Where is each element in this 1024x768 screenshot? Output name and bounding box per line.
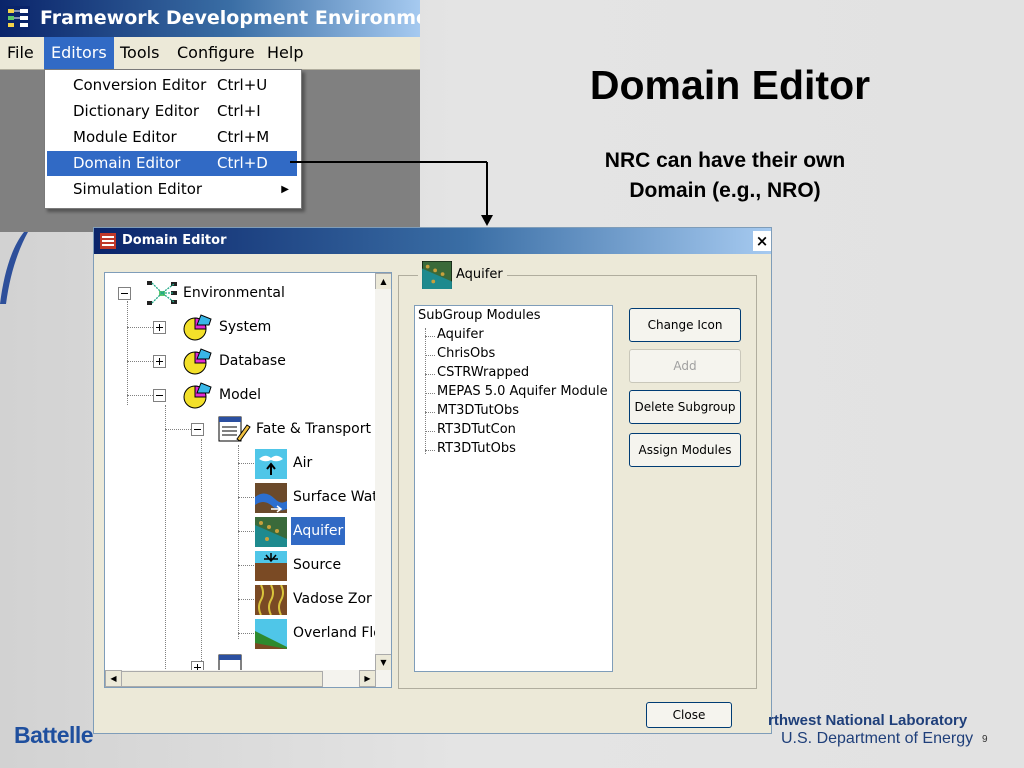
menu-item-simulation-editor[interactable]: Simulation Editor ▶	[47, 177, 297, 202]
tree-node-partial[interactable]	[105, 653, 375, 670]
tree-node-database[interactable]: Database	[105, 347, 375, 375]
menu-tools[interactable]: Tools	[113, 37, 166, 69]
tree-node-source[interactable]: Source	[105, 551, 375, 581]
expand-icon[interactable]	[153, 321, 166, 334]
horizontal-scroll-thumb[interactable]	[121, 671, 323, 687]
tree-node-surface-water[interactable]: Surface Wat	[105, 483, 378, 513]
scroll-left-icon[interactable]: ◀	[105, 670, 122, 687]
tree-horizontal-scrollbar[interactable]: ◀ ▶	[105, 670, 391, 687]
footer-lab-name: rthwest National Laboratory	[768, 712, 968, 729]
scroll-track	[375, 289, 391, 521]
menu-item-dictionary-editor[interactable]: Dictionary Editor Ctrl+I	[47, 99, 297, 124]
tree-node-system[interactable]: System	[105, 313, 375, 341]
close-button[interactable]: Close	[646, 702, 732, 728]
list-item[interactable]: RT3DTutObs	[437, 441, 516, 456]
source-icon	[255, 551, 287, 581]
tree-vertical-scrollbar[interactable]: ▲ ▼	[375, 273, 391, 671]
model-pie-icon	[183, 382, 212, 409]
menu-item-domain-editor[interactable]: Domain Editor Ctrl+D	[47, 151, 297, 176]
slide-title: Domain Editor	[589, 62, 871, 108]
menu-help[interactable]: Help	[260, 37, 310, 69]
slide-subtitle: NRC can have their own Domain (e.g., NRO…	[560, 146, 890, 206]
slide-swoosh-decoration	[0, 232, 28, 304]
expand-icon[interactable]	[153, 355, 166, 368]
framework-menu-bar: File Editors Tools Configure Help	[0, 37, 420, 70]
environmental-network-icon	[147, 281, 177, 305]
tree-node-model[interactable]: Model	[105, 381, 375, 409]
domain-tree-view[interactable]: Environmental System Database Model Fate…	[104, 272, 392, 688]
database-pie-icon	[183, 348, 212, 375]
air-icon	[255, 449, 287, 479]
tree-node-vadose-zone[interactable]: Vadose Zor	[105, 585, 375, 615]
battelle-logo: Battelle	[14, 722, 94, 748]
aquifer-icon	[255, 517, 287, 547]
scroll-right-icon[interactable]: ▶	[359, 670, 376, 687]
domain-editor-window: Domain Editor × Environmental System Dat…	[93, 227, 772, 734]
framework-title-bar: Framework Development Environment	[0, 0, 420, 37]
list-item[interactable]: ChrisObs	[437, 346, 495, 361]
change-icon-button[interactable]: Change Icon	[629, 308, 741, 342]
aquifer-group-icon	[422, 261, 452, 289]
tree-node-overland-flow[interactable]: Overland Flo	[105, 619, 382, 649]
vadose-zone-icon	[255, 585, 287, 615]
submenu-arrow-icon: ▶	[281, 184, 289, 195]
page-number: 9	[982, 734, 988, 745]
framework-title: Framework Development Environment	[40, 7, 420, 29]
connector-arrow	[290, 161, 493, 226]
list-item[interactable]: MT3DTutObs	[437, 403, 519, 418]
list-item[interactable]: MEPAS 5.0 Aquifer Module	[437, 384, 608, 399]
scroll-down-icon[interactable]: ▼	[375, 654, 391, 671]
domain-editor-title: Domain Editor	[122, 233, 227, 248]
assign-modules-button[interactable]: Assign Modules	[629, 433, 741, 467]
system-pie-icon	[183, 314, 212, 341]
tree-node-air[interactable]: Air	[105, 449, 375, 479]
list-item[interactable]: CSTRWrapped	[437, 365, 529, 380]
tree-node-fate-transport[interactable]: Fate & Transport	[105, 415, 375, 443]
surface-water-icon	[255, 483, 287, 513]
document-icon	[218, 654, 242, 670]
collapse-icon[interactable]	[118, 287, 131, 300]
add-button[interactable]: Add	[629, 349, 741, 383]
overland-flow-icon	[255, 619, 287, 649]
list-item[interactable]: Aquifer	[437, 327, 484, 342]
group-label: Aquifer	[418, 260, 507, 290]
close-icon[interactable]: ×	[753, 231, 771, 251]
collapse-icon[interactable]	[191, 423, 204, 436]
slide-subtitle-line-1: NRC can have their own	[604, 149, 846, 172]
scroll-up-icon[interactable]: ▲	[375, 273, 391, 290]
footer-doe: U.S. Department of Energy	[781, 730, 974, 747]
menu-item-conversion-editor[interactable]: Conversion Editor Ctrl+U	[47, 73, 297, 98]
fate-transport-document-icon	[218, 416, 251, 442]
subgroup-modules-list[interactable]: SubGroup Modules Aquifer ChrisObs CSTRWr…	[414, 305, 613, 672]
menu-configure[interactable]: Configure	[170, 37, 262, 69]
collapse-icon[interactable]	[153, 389, 166, 402]
list-item[interactable]: RT3DTutCon	[437, 422, 516, 437]
menu-editors[interactable]: Editors	[44, 37, 114, 69]
list-header: SubGroup Modules	[418, 308, 541, 323]
framework-app-icon	[6, 6, 30, 30]
editors-dropdown-menu: Conversion Editor Ctrl+U Dictionary Edit…	[44, 69, 302, 209]
domain-editor-title-bar: Domain Editor ×	[94, 228, 771, 254]
delete-subgroup-button[interactable]: Delete Subgroup	[629, 390, 741, 424]
tree-node-environmental[interactable]: Environmental	[105, 279, 375, 307]
tree-node-aquifer[interactable]: Aquifer	[105, 517, 375, 547]
group-label-text: Aquifer	[456, 267, 503, 282]
menu-item-module-editor[interactable]: Module Editor Ctrl+M	[47, 125, 297, 150]
slide-subtitle-line-2: Domain (e.g., NRO)	[629, 179, 821, 202]
expand-icon[interactable]	[191, 661, 204, 670]
domain-editor-app-icon	[100, 233, 116, 249]
menu-file[interactable]: File	[0, 37, 41, 69]
